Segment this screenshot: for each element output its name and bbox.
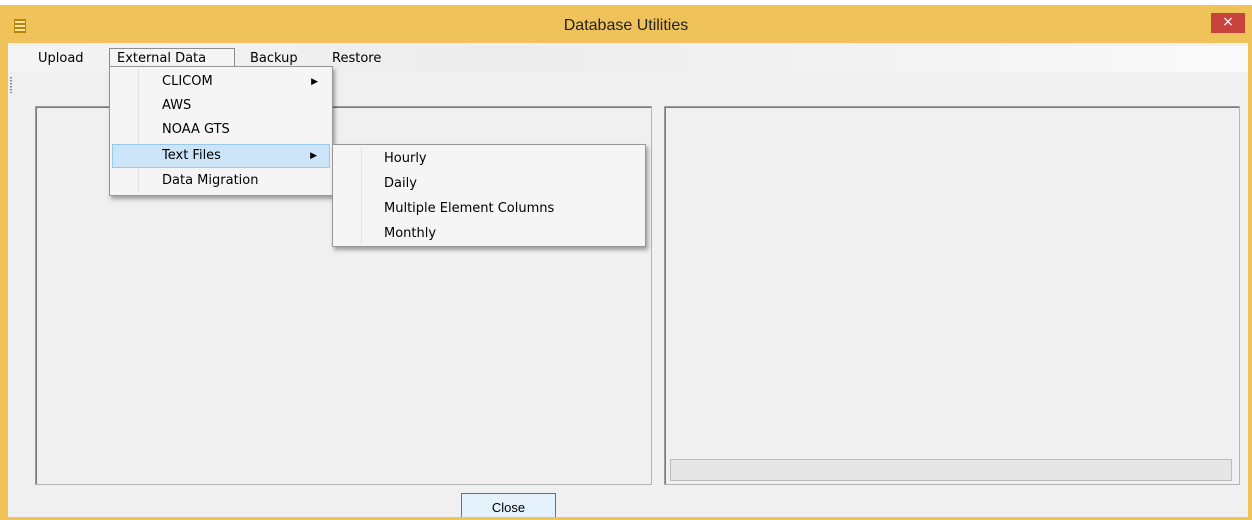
submenu-item-monthly[interactable]: Monthly	[335, 222, 643, 246]
menu-item-label: NOAA GTS	[162, 122, 230, 137]
submenu-item-multiple-element-columns[interactable]: Multiple Element Columns	[335, 197, 643, 221]
menu-item-aws[interactable]: AWS	[112, 94, 330, 118]
submenu-arrow-icon: ▶	[311, 77, 318, 87]
menu-item-label: CLICOM	[162, 74, 213, 89]
right-panel	[664, 106, 1240, 485]
submenu-arrow-icon: ▶	[310, 151, 317, 161]
submenu-item-hourly[interactable]: Hourly	[335, 147, 643, 171]
close-button[interactable]: Close	[461, 493, 556, 517]
menu-item-noaa-gts[interactable]: NOAA GTS	[112, 118, 330, 142]
menu-item-data-migration[interactable]: Data Migration	[112, 169, 330, 193]
window-title: Database Utilities	[563, 17, 689, 34]
title-bar: Database Utilities ×	[0, 5, 1252, 43]
close-window-button[interactable]: ×	[1211, 13, 1245, 33]
menu-item-clicom[interactable]: CLICOM ▶	[112, 70, 330, 94]
external-data-menu: CLICOM ▶ AWS NOAA GTS Text Files ▶ Data …	[109, 66, 333, 196]
menu-item-label: AWS	[162, 98, 192, 113]
menu-item-label: Text Files	[162, 148, 221, 163]
progress-bar	[670, 459, 1232, 481]
toolstrip-grip[interactable]	[10, 77, 12, 93]
menu-restore[interactable]: Restore	[325, 48, 388, 70]
menu-item-label: Data Migration	[162, 173, 259, 188]
text-files-submenu: Hourly Daily Multiple Element Columns Mo…	[332, 144, 646, 247]
submenu-item-daily[interactable]: Daily	[335, 172, 643, 196]
menu-item-text-files[interactable]: Text Files ▶	[112, 144, 330, 168]
menu-upload[interactable]: Upload	[31, 48, 91, 70]
